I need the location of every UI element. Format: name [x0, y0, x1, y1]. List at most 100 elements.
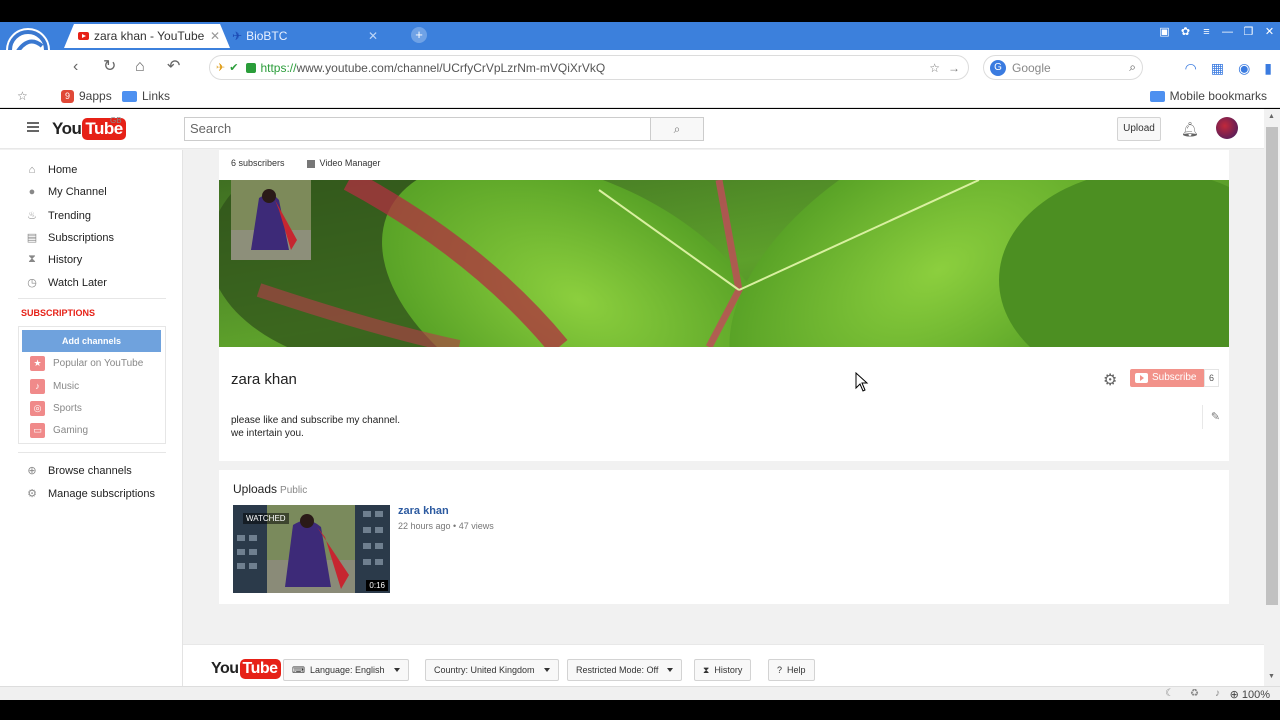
video-manager-icon — [306, 159, 315, 168]
hourglass-icon: ⧗ — [703, 665, 710, 675]
subscriptions-heading: SUBSCRIPTIONS — [21, 308, 96, 318]
clean-icon[interactable]: ♻ — [1190, 688, 1199, 699]
sidebar-divider — [18, 452, 166, 453]
browser-search-box[interactable]: G Google ⌕ — [983, 55, 1143, 80]
flame-icon: ♨ — [27, 210, 37, 222]
sidebar-item-history[interactable]: ⧗ History — [26, 253, 82, 266]
mouse-cursor-icon — [855, 372, 869, 392]
favorite-star-icon[interactable]: ☆ — [929, 61, 940, 75]
scroll-up-icon[interactable]: ▲ — [1268, 113, 1275, 120]
extension-icon[interactable]: ◉ — [1238, 60, 1250, 77]
search-button[interactable]: ⌕ — [650, 117, 704, 141]
folder-icon — [122, 90, 137, 102]
bookmark-star-icon[interactable]: ☆ — [17, 89, 28, 103]
sub-item-music[interactable]: ♪ Music — [30, 379, 79, 394]
sub-item-gaming[interactable]: ▭ Gaming — [30, 423, 88, 438]
check-icon: ✔ — [229, 62, 239, 74]
go-arrow-icon[interactable]: → — [948, 61, 960, 75]
account-avatar[interactable] — [1216, 117, 1238, 139]
channel-avatar-image[interactable] — [231, 180, 311, 260]
search-engine-icon[interactable]: G — [990, 59, 1006, 76]
language-picker[interactable]: ⌨ Language: English — [283, 659, 409, 681]
youtube-footer: You Tube ⌨ Language: English Country: Uni… — [183, 644, 1264, 686]
restore-icon[interactable]: ▣ — [1154, 24, 1175, 42]
wifi-icon[interactable]: ◠ — [1185, 60, 1197, 77]
watched-badge: WATCHED — [243, 513, 289, 524]
guide-menu-icon[interactable] — [27, 122, 39, 134]
video-manager-link[interactable]: Video Manager — [306, 158, 380, 168]
bookmark-9apps[interactable]: 9 9apps — [61, 89, 112, 103]
hourglass-icon: ⧗ — [28, 253, 36, 265]
scrollbar-thumb[interactable] — [1266, 127, 1278, 605]
sidebar-item-watch-later[interactable]: ◷ Watch Later — [26, 276, 107, 290]
subscribe-button[interactable]: Subscribe — [1130, 369, 1205, 387]
address-bar[interactable]: ✈ ✔ https://www.youtube.com/channel/UCrf… — [209, 55, 969, 80]
youtube-header: You Tube GB Search ⌕ Upload 🔔︎ — [0, 109, 1264, 149]
close-tab-icon[interactable]: ✕ — [368, 29, 378, 43]
sidebar-item-trending[interactable]: ♨ Trending — [26, 209, 91, 223]
gear-icon: ⚙ — [27, 488, 37, 500]
uploads-title[interactable]: Uploads Public — [233, 482, 307, 496]
speed-icon: ✈ — [216, 62, 226, 74]
menu-icon[interactable]: ≡ — [1196, 24, 1217, 42]
gamepad-icon: ▭ — [30, 423, 45, 438]
uploads-section: Uploads Public WATCHED 0:16 zara khan 22… — [219, 470, 1229, 604]
tab-title: zara khan - YouTube — [94, 29, 205, 43]
language-icon: ⌨ — [292, 665, 305, 675]
reload-icon[interactable]: ↻ — [103, 58, 116, 76]
channel-name: zara khan — [231, 371, 297, 388]
mobile-bookmarks[interactable]: Mobile bookmarks — [1149, 89, 1267, 103]
new-tab-icon[interactable]: + — [411, 27, 427, 43]
9apps-icon: 9 — [61, 89, 74, 103]
back-icon[interactable]: ‹ — [73, 58, 78, 76]
country-picker[interactable]: Country: United Kingdom — [425, 659, 559, 681]
channel-settings-gear-icon[interactable]: ⚙ — [1103, 370, 1117, 390]
undo-icon[interactable]: ↶ — [167, 58, 180, 76]
sidebar-item-manage-subscriptions[interactable]: ⚙ Manage subscriptions — [26, 487, 155, 501]
sidebar-item-my-channel[interactable]: ● My Channel — [26, 186, 107, 198]
sidebar-item-browse-channels[interactable]: ⊕ Browse channels — [26, 464, 131, 478]
search-icon[interactable]: ⌕ — [1129, 60, 1136, 75]
close-window-icon[interactable]: ✕ — [1259, 24, 1280, 42]
maximize-icon[interactable]: ❐ — [1238, 24, 1259, 42]
scroll-down-icon[interactable]: ▼ — [1268, 673, 1275, 680]
notifications-bell-icon[interactable]: 🔔︎ — [1181, 121, 1199, 138]
skin-icon[interactable]: ✿ — [1175, 24, 1196, 42]
video-meta: 22 hours ago • 47 views — [398, 521, 494, 531]
video-title-link[interactable]: zara khan — [398, 505, 449, 517]
bookmark-links[interactable]: Links — [122, 89, 170, 103]
sub-item-sports[interactable]: ◎ Sports — [30, 401, 82, 416]
close-tab-icon[interactable]: ✕ — [210, 29, 220, 43]
clock-icon: ◷ — [27, 277, 37, 289]
sub-item-popular[interactable]: ★ Popular on YouTube — [30, 356, 143, 371]
sidebar-toggle-icon[interactable]: ▮ — [1264, 60, 1272, 77]
url-text[interactable]: https://www.youtube.com/channel/UCrfyCrV… — [260, 61, 605, 75]
sidebar-item-home[interactable]: ⌂ Home — [26, 164, 78, 176]
tab-biobtc[interactable]: ✈ BioBTC ✕ — [222, 24, 388, 48]
footer-help-button[interactable]: ? Help — [768, 659, 815, 681]
subscriber-count-text: 6 subscribers — [231, 158, 285, 168]
apps-grid-icon[interactable]: ▦ — [1211, 60, 1224, 77]
uploads-visibility: Public — [280, 485, 308, 496]
tab-youtube[interactable]: zara khan - YouTube ✕ — [64, 24, 230, 48]
youtube-search-input[interactable]: Search — [184, 117, 651, 141]
restricted-mode-picker[interactable]: Restricted Mode: Off — [567, 659, 683, 681]
home-icon[interactable]: ⌂ — [135, 58, 145, 76]
upload-button[interactable]: Upload — [1117, 117, 1161, 141]
night-mode-icon[interactable]: ☾ — [1165, 688, 1174, 699]
footer-youtube-logo[interactable]: You Tube — [211, 659, 281, 679]
add-channels-button[interactable]: Add channels — [22, 330, 161, 352]
lock-icon — [246, 62, 257, 73]
region-code: GB — [110, 116, 122, 125]
page-scrollbar[interactable]: ▲ ▼ — [1264, 109, 1280, 686]
video-thumbnail[interactable]: WATCHED 0:16 — [233, 505, 390, 593]
edit-pencil-icon[interactable]: ✎ — [1202, 405, 1228, 429]
youtube-favicon-icon — [78, 32, 89, 40]
channel-top-line: 6 subscribers Video Manager — [231, 158, 380, 168]
minimize-icon[interactable]: — — [1217, 24, 1238, 42]
sidebar-item-subscriptions[interactable]: ▤ Subscriptions — [26, 231, 114, 245]
footer-history-button[interactable]: ⧗ History — [694, 659, 752, 681]
search-placeholder: Google — [1012, 60, 1051, 75]
channel-description-line: we intertain you. — [231, 428, 304, 439]
volume-icon[interactable]: ♪ — [1215, 688, 1220, 699]
